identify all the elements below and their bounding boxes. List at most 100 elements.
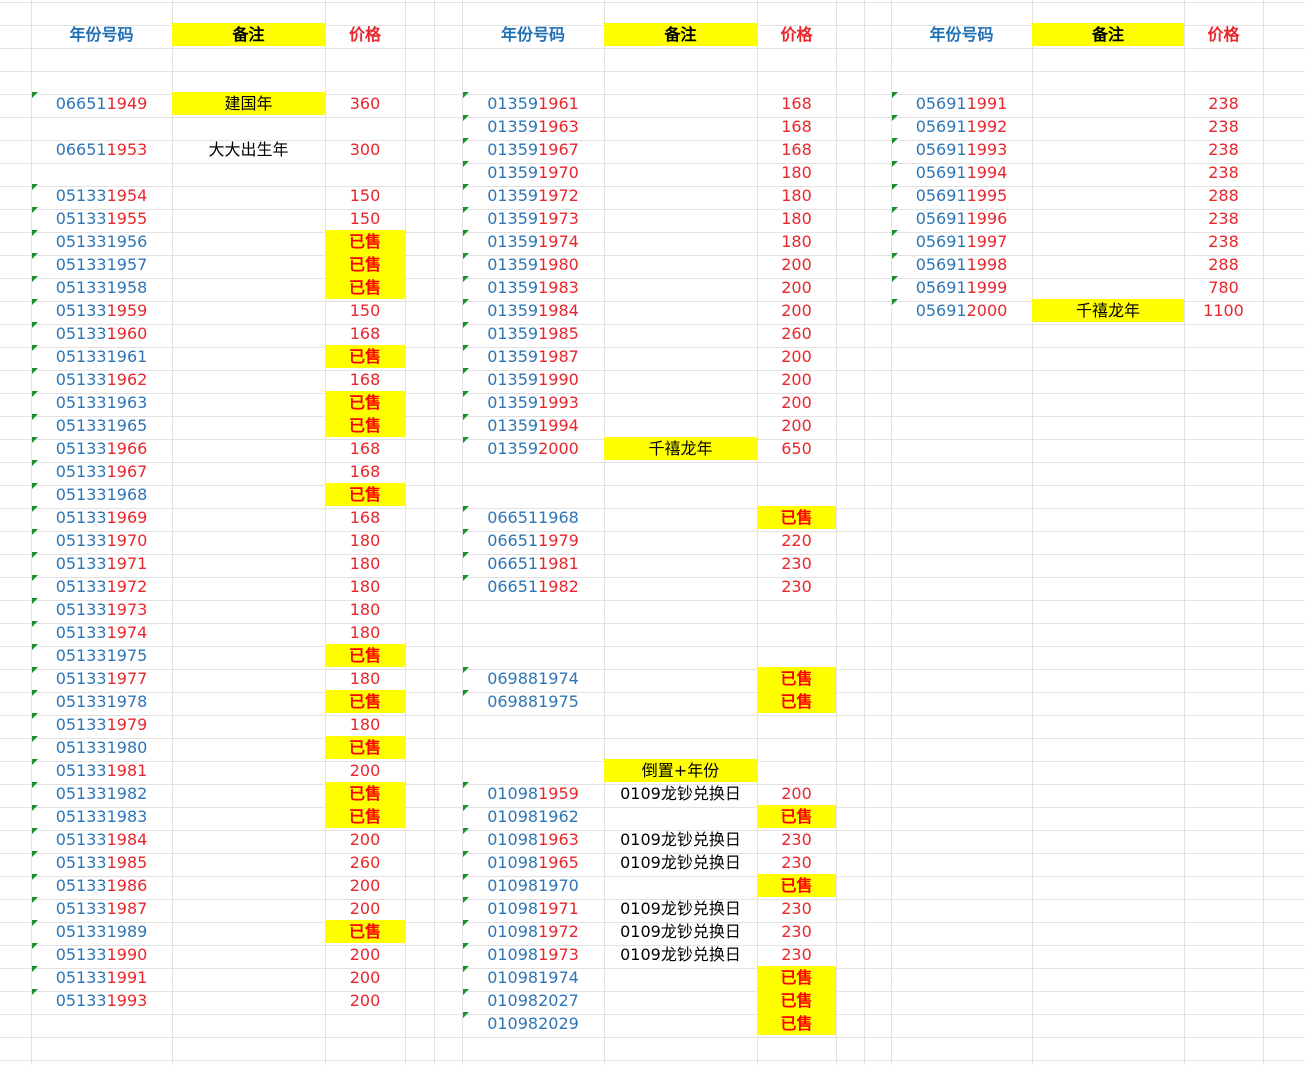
price-cell[interactable]: 168 — [325, 460, 405, 483]
price-cell[interactable]: 230 — [757, 943, 836, 966]
price-cell[interactable]: 230 — [757, 575, 836, 598]
price-cell[interactable]: 200 — [325, 989, 405, 1012]
price-cell[interactable]: 168 — [325, 368, 405, 391]
sold-badge[interactable]: 已售 — [325, 736, 405, 759]
price-cell[interactable]: 260 — [325, 851, 405, 874]
code-cell[interactable]: 056911997 — [891, 230, 1032, 253]
sold-badge[interactable]: 已售 — [325, 483, 405, 506]
code-cell[interactable]: 013591987 — [462, 345, 604, 368]
sold-badge[interactable]: 已售 — [757, 506, 836, 529]
price-cell[interactable]: 300 — [325, 138, 405, 161]
code-cell[interactable]: 066511979 — [462, 529, 604, 552]
code-cell[interactable]: 013591970 — [462, 161, 604, 184]
price-cell[interactable]: 168 — [325, 322, 405, 345]
code-cell[interactable]: 056911998 — [891, 253, 1032, 276]
code-cell[interactable]: 056911991 — [891, 92, 1032, 115]
price-cell[interactable]: 168 — [325, 506, 405, 529]
sold-badge[interactable]: 已售 — [757, 989, 836, 1012]
code-cell[interactable]: 051331970 — [31, 529, 172, 552]
price-cell[interactable]: 200 — [325, 897, 405, 920]
sold-badge[interactable]: 已售 — [757, 874, 836, 897]
code-cell[interactable]: 051331975 — [31, 644, 172, 667]
sold-badge[interactable]: 已售 — [325, 782, 405, 805]
code-cell[interactable]: 051331954 — [31, 184, 172, 207]
code-cell[interactable]: 051331993 — [31, 989, 172, 1012]
price-cell[interactable]: 220 — [757, 529, 836, 552]
price-cell[interactable]: 780 — [1184, 276, 1263, 299]
code-cell[interactable]: 051331968 — [31, 483, 172, 506]
code-cell[interactable]: 066511981 — [462, 552, 604, 575]
price-cell[interactable]: 150 — [325, 184, 405, 207]
code-cell[interactable]: 056911994 — [891, 161, 1032, 184]
price-cell[interactable]: 288 — [1184, 184, 1263, 207]
code-cell[interactable]: 056911995 — [891, 184, 1032, 207]
note-cell[interactable]: 倒置+年份 — [604, 759, 757, 782]
price-cell[interactable]: 200 — [325, 966, 405, 989]
code-cell[interactable]: 013591983 — [462, 276, 604, 299]
price-cell[interactable]: 150 — [325, 299, 405, 322]
note-cell[interactable]: 建国年 — [172, 92, 325, 115]
code-cell[interactable]: 069881974 — [462, 667, 604, 690]
sold-badge[interactable]: 已售 — [325, 644, 405, 667]
price-cell[interactable]: 180 — [325, 713, 405, 736]
code-cell[interactable]: 051331987 — [31, 897, 172, 920]
price-cell[interactable]: 180 — [757, 184, 836, 207]
code-cell[interactable]: 051331956 — [31, 230, 172, 253]
code-cell[interactable]: 051331974 — [31, 621, 172, 644]
code-cell[interactable]: 056911993 — [891, 138, 1032, 161]
sold-badge[interactable]: 已售 — [325, 345, 405, 368]
code-cell[interactable]: 051331973 — [31, 598, 172, 621]
code-cell[interactable]: 051331959 — [31, 299, 172, 322]
code-cell[interactable]: 013591961 — [462, 92, 604, 115]
price-cell[interactable]: 650 — [757, 437, 836, 460]
price-cell[interactable]: 200 — [757, 253, 836, 276]
price-cell[interactable]: 230 — [757, 897, 836, 920]
code-cell[interactable]: 013591994 — [462, 414, 604, 437]
code-cell[interactable]: 069881975 — [462, 690, 604, 713]
sold-badge[interactable]: 已售 — [325, 253, 405, 276]
price-cell[interactable]: 180 — [325, 575, 405, 598]
price-cell[interactable]: 238 — [1184, 115, 1263, 138]
price-cell[interactable]: 230 — [757, 552, 836, 575]
price-cell[interactable]: 168 — [757, 92, 836, 115]
code-cell[interactable]: 051331983 — [31, 805, 172, 828]
code-cell[interactable]: 051331955 — [31, 207, 172, 230]
code-cell[interactable]: 051331962 — [31, 368, 172, 391]
price-cell[interactable]: 238 — [1184, 230, 1263, 253]
code-cell[interactable]: 010982027 — [462, 989, 604, 1012]
code-cell[interactable]: 056911996 — [891, 207, 1032, 230]
price-cell[interactable]: 238 — [1184, 161, 1263, 184]
price-cell[interactable]: 180 — [325, 598, 405, 621]
code-cell[interactable]: 013591963 — [462, 115, 604, 138]
code-cell[interactable]: 051331984 — [31, 828, 172, 851]
note-cell[interactable]: 千禧龙年 — [1032, 299, 1184, 322]
sold-badge[interactable]: 已售 — [325, 920, 405, 943]
code-cell[interactable]: 051331965 — [31, 414, 172, 437]
note-cell[interactable]: 0109龙钞兑换日 — [604, 920, 757, 943]
code-cell[interactable]: 051331981 — [31, 759, 172, 782]
code-cell[interactable]: 051331980 — [31, 736, 172, 759]
price-cell[interactable]: 200 — [325, 759, 405, 782]
code-cell[interactable]: 051331989 — [31, 920, 172, 943]
price-cell[interactable]: 180 — [757, 207, 836, 230]
price-cell[interactable]: 200 — [757, 368, 836, 391]
code-cell[interactable]: 051331963 — [31, 391, 172, 414]
code-cell[interactable]: 051331967 — [31, 460, 172, 483]
code-cell[interactable]: 010981974 — [462, 966, 604, 989]
code-cell[interactable]: 013591974 — [462, 230, 604, 253]
price-cell[interactable]: 200 — [757, 782, 836, 805]
price-cell[interactable]: 180 — [325, 529, 405, 552]
sold-badge[interactable]: 已售 — [325, 690, 405, 713]
code-cell[interactable]: 051331986 — [31, 874, 172, 897]
code-cell[interactable]: 010982029 — [462, 1012, 604, 1035]
price-cell[interactable]: 238 — [1184, 138, 1263, 161]
code-cell[interactable]: 051331969 — [31, 506, 172, 529]
price-cell[interactable]: 150 — [325, 207, 405, 230]
price-cell[interactable]: 180 — [325, 621, 405, 644]
note-cell[interactable]: 0109龙钞兑换日 — [604, 897, 757, 920]
code-cell[interactable]: 051331990 — [31, 943, 172, 966]
price-cell[interactable]: 180 — [325, 552, 405, 575]
price-cell[interactable]: 360 — [325, 92, 405, 115]
code-cell[interactable]: 056912000 — [891, 299, 1032, 322]
price-cell[interactable]: 200 — [757, 276, 836, 299]
